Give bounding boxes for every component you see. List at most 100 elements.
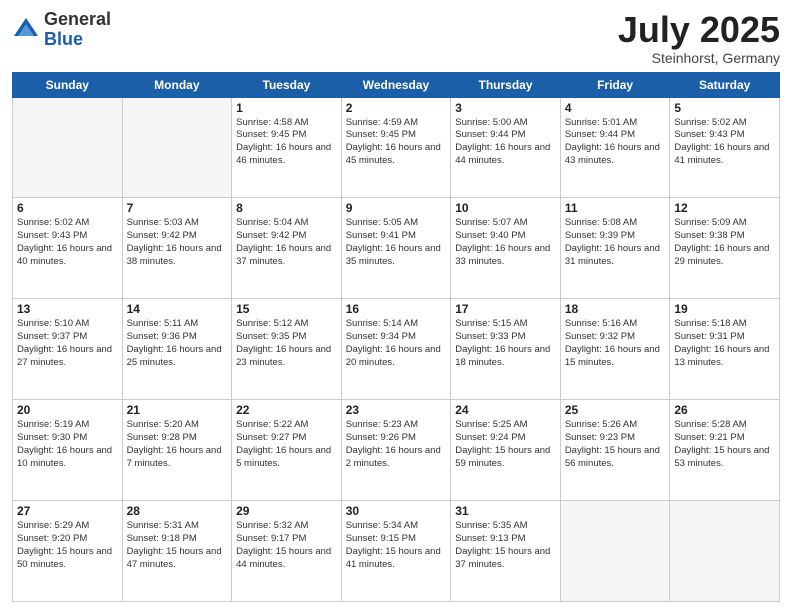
calendar-day-cell: 25 Sunrise: 5:26 AM Sunset: 9:23 PM Dayli…: [560, 400, 670, 501]
day-number: 9: [346, 201, 447, 215]
day-info: Sunrise: 5:05 AM Sunset: 9:41 PM Dayligh…: [346, 217, 447, 268]
day-number: 13: [17, 302, 118, 316]
day-number: 8: [236, 201, 337, 215]
day-number: 28: [127, 504, 228, 518]
day-info: Sunrise: 5:02 AM Sunset: 9:43 PM Dayligh…: [17, 217, 118, 268]
calendar-header-row: SundayMondayTuesdayWednesdayThursdayFrid…: [13, 72, 780, 97]
calendar-day-cell: 1 Sunrise: 4:58 AM Sunset: 9:45 PM Daylig…: [232, 97, 342, 198]
title-block: July 2025 Steinhorst, Germany: [618, 10, 780, 66]
day-number: 5: [674, 101, 775, 115]
day-info: Sunrise: 5:11 AM Sunset: 9:36 PM Dayligh…: [127, 318, 228, 369]
day-number: 12: [674, 201, 775, 215]
calendar-day-cell: 16Sunrise: 5:14 AM Sunset: 9:34 PM Dayli…: [341, 299, 451, 400]
day-info: Sunrise: 5:01 AM Sunset: 9:44 PM Dayligh…: [565, 117, 666, 168]
day-number: 21: [127, 403, 228, 417]
calendar-day-cell: [670, 501, 780, 602]
calendar-day-cell: 6 Sunrise: 5:02 AM Sunset: 9:43 PM Daylig…: [13, 198, 123, 299]
day-info: Sunrise: 5:15 AM Sunset: 9:33 PM Dayligh…: [455, 318, 556, 369]
calendar-day-header: Monday: [122, 72, 232, 97]
day-info: Sunrise: 5:31 AM Sunset: 9:18 PM Dayligh…: [127, 520, 228, 571]
calendar-day-cell: 13 Sunrise: 5:10 AM Sunset: 9:37 PM Dayli…: [13, 299, 123, 400]
day-number: 1: [236, 101, 337, 115]
calendar-day-cell: 5 Sunrise: 5:02 AM Sunset: 9:43 PM Daylig…: [670, 97, 780, 198]
day-number: 22: [236, 403, 337, 417]
day-number: 26: [674, 403, 775, 417]
day-number: 25: [565, 403, 666, 417]
calendar-day-header: Wednesday: [341, 72, 451, 97]
calendar-day-cell: 2Sunrise: 4:59 AM Sunset: 9:45 PM Daylig…: [341, 97, 451, 198]
calendar-day-cell: 21Sunrise: 5:20 AM Sunset: 9:28 PM Dayli…: [122, 400, 232, 501]
calendar-day-header: Saturday: [670, 72, 780, 97]
calendar-week-row: 6 Sunrise: 5:02 AM Sunset: 9:43 PM Daylig…: [13, 198, 780, 299]
logo-general-text: General: [44, 10, 111, 30]
calendar-week-row: 27Sunrise: 5:29 AM Sunset: 9:20 PM Dayli…: [13, 501, 780, 602]
calendar-table: SundayMondayTuesdayWednesdayThursdayFrid…: [12, 72, 780, 602]
calendar-day-cell: 4 Sunrise: 5:01 AM Sunset: 9:44 PM Daylig…: [560, 97, 670, 198]
calendar-day-cell: 19 Sunrise: 5:18 AM Sunset: 9:31 PM Dayli…: [670, 299, 780, 400]
calendar-day-header: Friday: [560, 72, 670, 97]
day-info: Sunrise: 5:34 AM Sunset: 9:15 PM Dayligh…: [346, 520, 447, 571]
day-number: 3: [455, 101, 556, 115]
day-number: 23: [346, 403, 447, 417]
logo: General Blue: [12, 10, 111, 50]
calendar-day-cell: 11Sunrise: 5:08 AM Sunset: 9:39 PM Dayli…: [560, 198, 670, 299]
calendar-day-cell: 27Sunrise: 5:29 AM Sunset: 9:20 PM Dayli…: [13, 501, 123, 602]
logo-text: General Blue: [44, 10, 111, 50]
calendar-day-cell: 10 Sunrise: 5:07 AM Sunset: 9:40 PM Dayli…: [451, 198, 561, 299]
day-info: Sunrise: 5:26 AM Sunset: 9:23 PM Dayligh…: [565, 419, 666, 470]
calendar-day-cell: 22 Sunrise: 5:22 AM Sunset: 9:27 PM Dayli…: [232, 400, 342, 501]
day-info: Sunrise: 5:04 AM Sunset: 9:42 PM Dayligh…: [236, 217, 337, 268]
day-number: 29: [236, 504, 337, 518]
day-info: Sunrise: 5:29 AM Sunset: 9:20 PM Dayligh…: [17, 520, 118, 571]
day-info: Sunrise: 5:14 AM Sunset: 9:34 PM Dayligh…: [346, 318, 447, 369]
calendar-day-cell: 14 Sunrise: 5:11 AM Sunset: 9:36 PM Dayli…: [122, 299, 232, 400]
day-number: 24: [455, 403, 556, 417]
calendar-week-row: 20Sunrise: 5:19 AM Sunset: 9:30 PM Dayli…: [13, 400, 780, 501]
day-info: Sunrise: 4:58 AM Sunset: 9:45 PM Dayligh…: [236, 117, 337, 168]
calendar-day-cell: [13, 97, 123, 198]
day-info: Sunrise: 5:32 AM Sunset: 9:17 PM Dayligh…: [236, 520, 337, 571]
calendar-day-cell: 28 Sunrise: 5:31 AM Sunset: 9:18 PM Dayli…: [122, 501, 232, 602]
day-number: 4: [565, 101, 666, 115]
day-number: 10: [455, 201, 556, 215]
calendar-day-cell: 7 Sunrise: 5:03 AM Sunset: 9:42 PM Daylig…: [122, 198, 232, 299]
calendar-day-cell: 8 Sunrise: 5:04 AM Sunset: 9:42 PM Daylig…: [232, 198, 342, 299]
calendar-day-header: Tuesday: [232, 72, 342, 97]
day-info: Sunrise: 5:35 AM Sunset: 9:13 PM Dayligh…: [455, 520, 556, 571]
calendar-day-cell: 17Sunrise: 5:15 AM Sunset: 9:33 PM Dayli…: [451, 299, 561, 400]
calendar-day-cell: 23Sunrise: 5:23 AM Sunset: 9:26 PM Dayli…: [341, 400, 451, 501]
header: General Blue July 2025 Steinhorst, Germa…: [12, 10, 780, 66]
day-number: 6: [17, 201, 118, 215]
day-info: Sunrise: 5:16 AM Sunset: 9:32 PM Dayligh…: [565, 318, 666, 369]
subtitle: Steinhorst, Germany: [618, 50, 780, 66]
day-number: 19: [674, 302, 775, 316]
calendar-week-row: 13 Sunrise: 5:10 AM Sunset: 9:37 PM Dayli…: [13, 299, 780, 400]
day-info: Sunrise: 5:18 AM Sunset: 9:31 PM Dayligh…: [674, 318, 775, 369]
logo-blue-text: Blue: [44, 30, 111, 50]
calendar-day-cell: 12Sunrise: 5:09 AM Sunset: 9:38 PM Dayli…: [670, 198, 780, 299]
day-number: 7: [127, 201, 228, 215]
day-info: Sunrise: 5:03 AM Sunset: 9:42 PM Dayligh…: [127, 217, 228, 268]
day-info: Sunrise: 5:25 AM Sunset: 9:24 PM Dayligh…: [455, 419, 556, 470]
day-info: Sunrise: 5:12 AM Sunset: 9:35 PM Dayligh…: [236, 318, 337, 369]
calendar-day-cell: 29 Sunrise: 5:32 AM Sunset: 9:17 PM Dayli…: [232, 501, 342, 602]
day-info: Sunrise: 5:22 AM Sunset: 9:27 PM Dayligh…: [236, 419, 337, 470]
day-number: 14: [127, 302, 228, 316]
day-info: Sunrise: 5:10 AM Sunset: 9:37 PM Dayligh…: [17, 318, 118, 369]
calendar-day-cell: [122, 97, 232, 198]
calendar-day-cell: 30Sunrise: 5:34 AM Sunset: 9:15 PM Dayli…: [341, 501, 451, 602]
calendar-day-header: Thursday: [451, 72, 561, 97]
day-info: Sunrise: 5:28 AM Sunset: 9:21 PM Dayligh…: [674, 419, 775, 470]
day-info: Sunrise: 4:59 AM Sunset: 9:45 PM Dayligh…: [346, 117, 447, 168]
day-number: 31: [455, 504, 556, 518]
calendar-day-cell: 26 Sunrise: 5:28 AM Sunset: 9:21 PM Dayli…: [670, 400, 780, 501]
month-title: July 2025: [618, 10, 780, 50]
day-info: Sunrise: 5:07 AM Sunset: 9:40 PM Dayligh…: [455, 217, 556, 268]
calendar-day-header: Sunday: [13, 72, 123, 97]
calendar-day-cell: 15Sunrise: 5:12 AM Sunset: 9:35 PM Dayli…: [232, 299, 342, 400]
calendar-day-cell: 20Sunrise: 5:19 AM Sunset: 9:30 PM Dayli…: [13, 400, 123, 501]
day-info: Sunrise: 5:02 AM Sunset: 9:43 PM Dayligh…: [674, 117, 775, 168]
day-number: 11: [565, 201, 666, 215]
logo-icon: [12, 16, 40, 44]
calendar-day-cell: 31 Sunrise: 5:35 AM Sunset: 9:13 PM Dayli…: [451, 501, 561, 602]
